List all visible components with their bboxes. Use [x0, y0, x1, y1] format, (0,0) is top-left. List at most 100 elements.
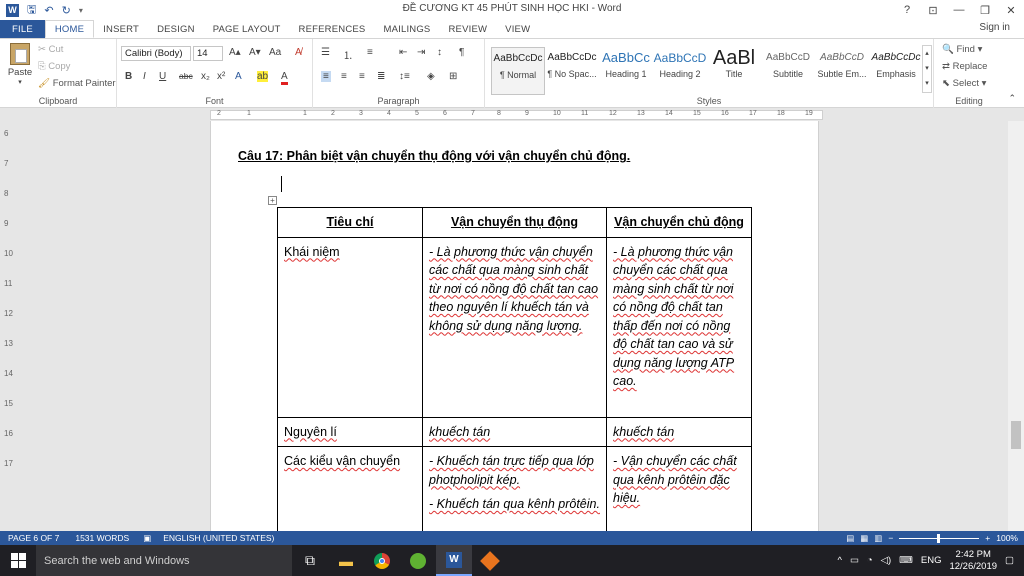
- justify-icon[interactable]: ≣: [377, 71, 385, 82]
- line-spacing-icon[interactable]: ↕≡: [399, 71, 410, 82]
- align-center-icon[interactable]: ≡: [341, 71, 347, 82]
- tab-design[interactable]: DESIGN: [148, 20, 204, 38]
- cell-active[interactable]: khuếch tán: [606, 416, 752, 447]
- notifications-icon[interactable]: ▢: [1005, 555, 1014, 566]
- volume-icon[interactable]: ◁): [881, 555, 891, 566]
- zoom-slider-thumb[interactable]: [937, 533, 941, 543]
- clock[interactable]: 2:42 PM 12/26/2019: [949, 549, 997, 573]
- text-effects-icon[interactable]: A: [235, 71, 242, 82]
- show-marks-icon[interactable]: ¶: [459, 47, 464, 58]
- bold-icon[interactable]: B: [125, 71, 132, 82]
- zoom-out-icon[interactable]: −: [888, 533, 893, 543]
- print-layout-icon[interactable]: ▦: [860, 533, 868, 544]
- bullets-icon[interactable]: ☰: [321, 47, 330, 58]
- show-hidden-icons-icon[interactable]: ^: [837, 555, 841, 566]
- style-heading-1[interactable]: AaBbCc Heading 1: [599, 47, 653, 95]
- change-case-icon[interactable]: Aa: [269, 47, 281, 58]
- cell-criteria[interactable]: Các kiểu vận chuyển: [277, 446, 423, 531]
- redo-icon[interactable]: ↻: [62, 4, 71, 17]
- paste-button[interactable]: Paste ▾: [6, 43, 34, 86]
- header-passive-transport[interactable]: Vận chuyển thụ động: [422, 207, 607, 238]
- vertical-scrollbar[interactable]: [1008, 121, 1024, 531]
- restore-button[interactable]: ❐: [972, 4, 998, 17]
- tab-mailings[interactable]: MAILINGS: [374, 20, 439, 38]
- superscript-icon[interactable]: x²: [217, 71, 225, 82]
- proofing-icon[interactable]: ▣: [143, 533, 151, 544]
- style-title[interactable]: AaBl Title: [707, 47, 761, 95]
- subscript-icon[interactable]: x₂: [201, 71, 210, 82]
- cut-button[interactable]: ✂ Cut: [38, 44, 63, 55]
- style-normal[interactable]: AaBbCcDc ¶ Normal: [491, 47, 545, 95]
- strikethrough-icon[interactable]: abc: [179, 71, 193, 81]
- replace-button[interactable]: ⇄ Replace: [942, 61, 987, 72]
- collapse-ribbon-icon[interactable]: ⌃: [1008, 93, 1016, 104]
- cell-passive[interactable]: - Khuếch tán trực tiếp qua lớp photpholi…: [422, 446, 607, 531]
- numbering-icon[interactable]: ⒈: [343, 47, 353, 62]
- style-no-spacing[interactable]: AaBbCcDc ¶ No Spac...: [545, 47, 599, 95]
- help-button[interactable]: ?: [894, 4, 920, 16]
- task-view-icon[interactable]: ⧉: [292, 545, 328, 576]
- tab-file[interactable]: FILE: [0, 20, 45, 38]
- tab-insert[interactable]: INSERT: [94, 20, 148, 38]
- page-indicator[interactable]: PAGE 6 OF 7: [8, 533, 59, 543]
- highlight-icon[interactable]: ab: [257, 71, 269, 82]
- save-icon[interactable]: 🖫: [27, 1, 36, 20]
- chrome-icon[interactable]: [364, 545, 400, 576]
- document-page[interactable]: Câu 17: Phân biệt vận chuyển thụ động vớ…: [210, 121, 819, 531]
- taskbar-search[interactable]: Search the web and Windows: [36, 545, 292, 576]
- language-tray[interactable]: ENG: [921, 555, 942, 566]
- ribbon-display-options-button[interactable]: ⊡: [920, 4, 946, 17]
- network-icon[interactable]: ◔: [867, 555, 873, 566]
- customize-quick-access-icon[interactable]: ▾: [79, 6, 83, 15]
- file-explorer-icon[interactable]: ▬: [328, 545, 364, 576]
- ruler-bar[interactable]: 2 1 1 2 3 4 5 6 7 8 9 10 11 12 13 14 15 …: [210, 110, 823, 120]
- tab-review[interactable]: REVIEW: [439, 20, 496, 38]
- zoom-in-icon[interactable]: +: [985, 533, 990, 543]
- align-left-icon[interactable]: ≡: [321, 71, 331, 82]
- style-emphasis[interactable]: AaBbCcDc Emphasis: [869, 47, 923, 95]
- font-color-icon[interactable]: A: [281, 71, 288, 85]
- style-subtitle[interactable]: AaBbCcD Subtitle: [761, 47, 815, 95]
- cell-active[interactable]: - Vận chuyển các chất qua kênh prôtêin đ…: [606, 446, 752, 531]
- decrease-indent-icon[interactable]: ⇤: [399, 47, 407, 58]
- battery-icon[interactable]: ▭: [850, 555, 859, 566]
- tab-home[interactable]: HOME: [44, 20, 95, 38]
- style-heading-2[interactable]: AaBbCcD Heading 2: [653, 47, 707, 95]
- shading-icon[interactable]: ◈: [427, 71, 435, 82]
- zoom-level[interactable]: 100%: [996, 533, 1018, 543]
- cell-criteria[interactable]: Khái niệm: [277, 236, 423, 418]
- comparison-table[interactable]: Tiêu chí Vận chuyển thụ động Vận chuyển …: [277, 207, 752, 531]
- clear-formatting-icon[interactable]: A̸: [295, 47, 302, 58]
- close-button[interactable]: ✕: [998, 4, 1024, 17]
- format-painter-button[interactable]: 🖌 Format Painter: [38, 78, 116, 89]
- tab-references[interactable]: REFERENCES: [290, 20, 375, 38]
- tab-view[interactable]: VIEW: [496, 20, 539, 38]
- word-taskbar-icon[interactable]: W: [436, 545, 472, 576]
- app-icon-orange[interactable]: [472, 545, 508, 576]
- cell-passive[interactable]: khuếch tán: [422, 416, 607, 447]
- increase-indent-icon[interactable]: ⇥: [417, 47, 425, 58]
- borders-icon[interactable]: ⊞: [449, 71, 457, 82]
- grow-font-icon[interactable]: A▴: [229, 47, 241, 58]
- copy-button[interactable]: ⎘ Copy: [38, 61, 70, 72]
- word-app-icon[interactable]: W: [6, 3, 19, 17]
- cell-criteria[interactable]: Nguyên lí: [277, 416, 423, 447]
- undo-icon[interactable]: ↶: [44, 4, 53, 17]
- style-subtle-emphasis[interactable]: AaBbCcD Subtle Em...: [815, 47, 869, 95]
- language-indicator[interactable]: ENGLISH (UNITED STATES): [163, 533, 274, 543]
- styles-scroll[interactable]: ▴ ▾ ▾: [922, 45, 932, 93]
- table-move-handle-icon[interactable]: +: [268, 196, 277, 205]
- sort-icon[interactable]: ↕: [437, 47, 442, 58]
- align-right-icon[interactable]: ≡: [359, 71, 365, 82]
- cell-active[interactable]: - Là phương thức vận chuyển các chất qua…: [606, 236, 752, 418]
- start-button[interactable]: [0, 545, 36, 576]
- tab-page-layout[interactable]: PAGE LAYOUT: [204, 20, 290, 38]
- header-active-transport[interactable]: Vận chuyển chủ động: [606, 207, 752, 238]
- italic-icon[interactable]: I: [143, 71, 146, 82]
- app-icon-green[interactable]: [400, 545, 436, 576]
- scrollbar-thumb[interactable]: [1011, 421, 1021, 449]
- shrink-font-icon[interactable]: A▾: [249, 47, 261, 58]
- zoom-slider[interactable]: [899, 533, 980, 543]
- font-name-combo[interactable]: Calibri (Body): [121, 46, 191, 61]
- minimize-button[interactable]: —: [946, 4, 972, 16]
